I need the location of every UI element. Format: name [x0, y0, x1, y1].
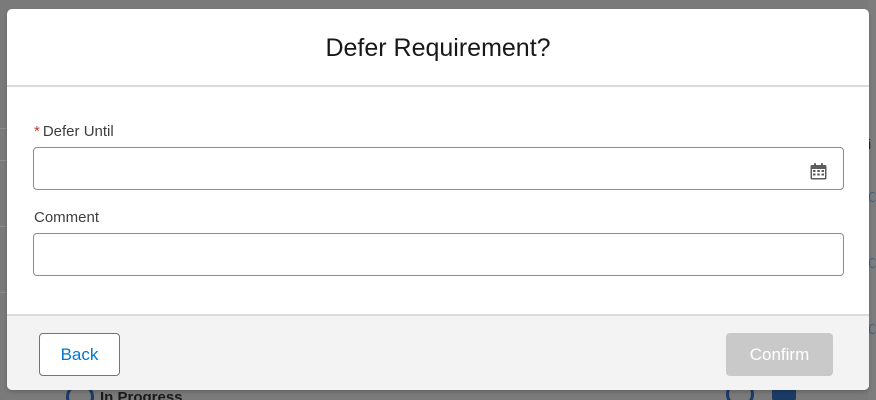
background-status-text: In Progress	[100, 388, 183, 400]
defer-until-label-text: Defer Until	[42, 123, 114, 140]
background-icon-fragment	[869, 324, 876, 334]
defer-until-date-input[interactable]	[33, 147, 844, 190]
modal-footer: Back Confirm	[7, 314, 869, 390]
background-icon-fragment	[869, 258, 876, 268]
defer-until-label: * Defer Until	[34, 123, 114, 140]
modal-header: Defer Requirement?	[7, 9, 869, 87]
required-indicator: *	[34, 123, 40, 140]
comment-label: Comment	[34, 209, 100, 226]
calendar-icon[interactable]	[810, 163, 827, 180]
modal-title: Defer Requirement?	[325, 33, 551, 62]
defer-requirement-modal: Defer Requirement? * Defer Until Comment …	[7, 9, 869, 390]
confirm-button[interactable]: Confirm	[726, 333, 833, 376]
background-right-column: i	[868, 0, 876, 400]
background-icon-fragment	[869, 192, 876, 202]
back-button[interactable]: Back	[39, 333, 120, 376]
comment-input[interactable]	[33, 233, 844, 276]
